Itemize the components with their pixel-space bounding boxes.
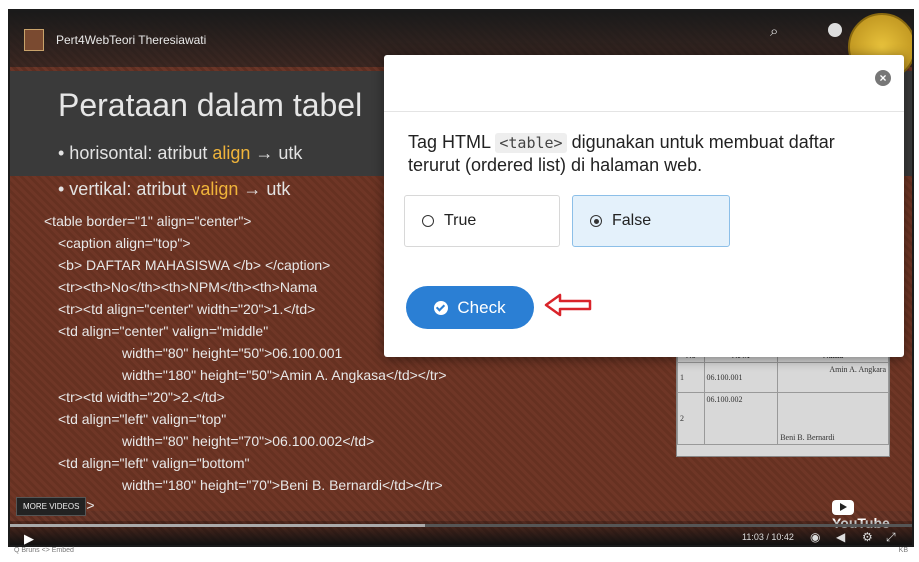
code-line: <tr><td width="20">2.</td> — [58, 389, 225, 405]
option-false[interactable]: False — [572, 195, 730, 247]
question-code-chip: <table> — [495, 133, 567, 153]
time-display: 11:03 / 10:42 — [742, 532, 794, 542]
channel-avatar[interactable] — [24, 29, 44, 51]
code-line: <b> DAFTAR MAHASISWA </b> </caption> — [58, 257, 331, 273]
bullet-text: → utk — [250, 143, 303, 163]
modal-divider — [384, 111, 904, 112]
rendered-table-preview: No NPM Nama 1 06.100.001 Amin A. Angkara… — [676, 347, 890, 457]
option-label: True — [444, 212, 477, 229]
table-cell: 1 — [677, 362, 705, 393]
check-circle-icon — [434, 300, 449, 315]
option-label: False — [612, 212, 652, 229]
video-frame: Pert4WebTeori Theresiawati ⌕ Perataan da… — [8, 9, 914, 547]
youtube-play-icon — [832, 499, 854, 515]
radio-selected-icon[interactable] — [590, 215, 602, 227]
table-cell: 06.100.002 — [703, 392, 779, 445]
code-line: width="80" height="50">06.100.001 — [122, 345, 343, 361]
check-button[interactable]: Check — [406, 286, 534, 329]
question-text: Tag HTML <table> digunakan untuk membuat… — [408, 131, 888, 176]
option-true[interactable]: True — [404, 195, 560, 247]
more-videos-button[interactable]: MORE VIDEOS — [16, 497, 87, 516]
below-player-bar: Q Bruns <> Embed KB — [8, 547, 914, 562]
radio-icon[interactable] — [422, 215, 434, 227]
progress-bar[interactable] — [10, 524, 912, 527]
bullet-keyword: align — [212, 143, 251, 163]
code-line: <td align="left" valign="top" — [58, 411, 227, 427]
play-icon[interactable]: ▶ — [24, 531, 34, 545]
code-line: <td align="left" valign="bottom" — [58, 455, 250, 471]
volume-icon[interactable]: ◀ — [836, 530, 845, 544]
below-player-right: KB — [898, 547, 908, 554]
below-player-links[interactable]: Q Bruns <> Embed — [14, 547, 74, 554]
captions-icon[interactable]: ◉ — [810, 530, 820, 544]
code-line: <td align="center" valign="middle" — [58, 323, 269, 339]
bullet-text: • horisontal: atribut — [58, 143, 213, 163]
channel-title[interactable]: Pert4WebTeori Theresiawati — [56, 33, 206, 47]
code-line: width="180" height="50">Amin A. Angkasa<… — [122, 367, 447, 383]
slide-bullet-horizontal: • horisontal: atribut align → utk — [58, 143, 302, 164]
code-line: width="180" height="70">Beni B. Bernardi… — [122, 477, 443, 493]
progress-fill — [10, 524, 425, 527]
question-part: Tag HTML — [408, 132, 496, 152]
settings-gear-icon[interactable]: ⚙ — [862, 530, 873, 544]
close-icon[interactable]: × — [875, 70, 891, 86]
search-icon[interactable]: ⌕ — [770, 23, 778, 40]
slide-title: Perataan dalam tabel — [58, 87, 363, 123]
bullet-keyword: valign — [191, 179, 239, 199]
slide-bullet-vertical: • vertikal: atribut valign → utk — [58, 179, 290, 200]
table-cell: Beni B. Bernardi — [777, 392, 889, 445]
bullet-text: → utk — [238, 179, 291, 199]
red-arrow-icon — [544, 293, 592, 317]
check-button-label: Check — [457, 297, 506, 317]
quiz-modal: × Tag HTML <table> digunakan untuk membu… — [384, 55, 904, 357]
bullet-text: • vertikal: atribut — [58, 179, 192, 199]
watch-later-icon[interactable] — [828, 23, 842, 37]
code-line: <table border="1" align="center"> — [44, 213, 252, 229]
code-line: <tr><th>No</th><th>NPM</th><th>Nama — [58, 279, 318, 295]
table-cell: 06.100.001 — [703, 362, 779, 393]
fullscreen-icon[interactable]: ⤢ — [886, 530, 896, 545]
code-line: width="80" height="70">06.100.002</td> — [122, 433, 375, 449]
code-line: <tr><td align="center" width="20">1.</td… — [58, 301, 316, 317]
table-cell: Amin A. Angkara — [777, 362, 889, 393]
table-cell: 2 — [677, 392, 705, 445]
code-line: <caption align="top"> — [58, 235, 191, 251]
